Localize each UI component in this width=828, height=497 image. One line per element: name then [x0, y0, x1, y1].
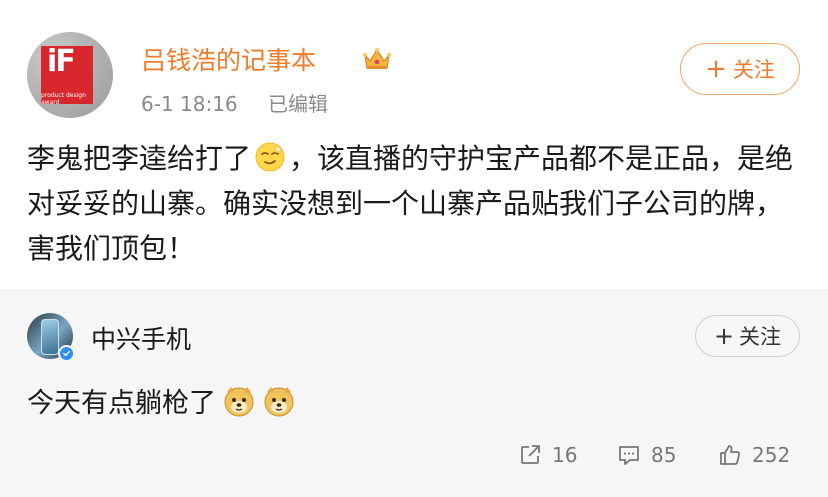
- author-avatar[interactable]: iF product design award: [27, 32, 113, 118]
- if-logo-text: iF: [47, 44, 76, 79]
- follow-label: 关注: [732, 58, 775, 82]
- author-name[interactable]: 吕钱浩的记事本: [141, 41, 316, 77]
- repost-card[interactable]: 中兴手机 + 关注 今天有点躺枪了 16 85 252: [0, 289, 828, 497]
- comment-action[interactable]: 85: [617, 443, 676, 467]
- like-count: 252: [752, 443, 791, 467]
- edited-label: 已编辑: [268, 92, 329, 116]
- repost-text: 今天有点躺枪了: [27, 388, 216, 419]
- thumbs-up-icon: [720, 445, 741, 465]
- share-action[interactable]: 16: [518, 443, 577, 467]
- post-card: iF product design award 吕钱浩的记事本 6-1 18:1…: [0, 0, 828, 289]
- repost-author-name[interactable]: 中兴手机: [91, 320, 191, 356]
- follow-button[interactable]: + 关注: [680, 43, 800, 95]
- plus-icon: +: [713, 322, 735, 350]
- post-text-part1: 李鬼把李逵给打了: [27, 142, 252, 175]
- smirk-emoji-icon: [255, 142, 285, 172]
- repost-follow-label: 关注: [739, 325, 782, 349]
- doge-emoji-icon: [264, 386, 294, 416]
- post-time: 6-1 18:16: [141, 92, 238, 116]
- repost-follow-button[interactable]: + 关注: [695, 315, 800, 357]
- phone-image: [41, 319, 59, 355]
- repost-body: 今天有点躺枪了: [27, 381, 296, 420]
- plus-icon: +: [705, 54, 727, 84]
- verified-badge-icon: [58, 345, 75, 362]
- comment-icon: [619, 446, 639, 465]
- action-bar: 16 85 252: [0, 439, 828, 479]
- doge-emoji-icon: [224, 386, 254, 416]
- post-meta: 6-1 18:16 已编辑: [141, 88, 328, 117]
- if-logo-caption: product design award: [41, 92, 86, 106]
- crown-icon: [363, 47, 391, 69]
- share-count: 16: [552, 443, 578, 467]
- like-action[interactable]: 252: [718, 443, 790, 467]
- post-body: 李鬼把李逵给打了 ，该直播的守护宝产品都不是正品，是绝对妥妥的山寨。确实没想到一…: [27, 136, 797, 271]
- comment-count: 85: [651, 443, 677, 467]
- share-icon: [521, 445, 540, 464]
